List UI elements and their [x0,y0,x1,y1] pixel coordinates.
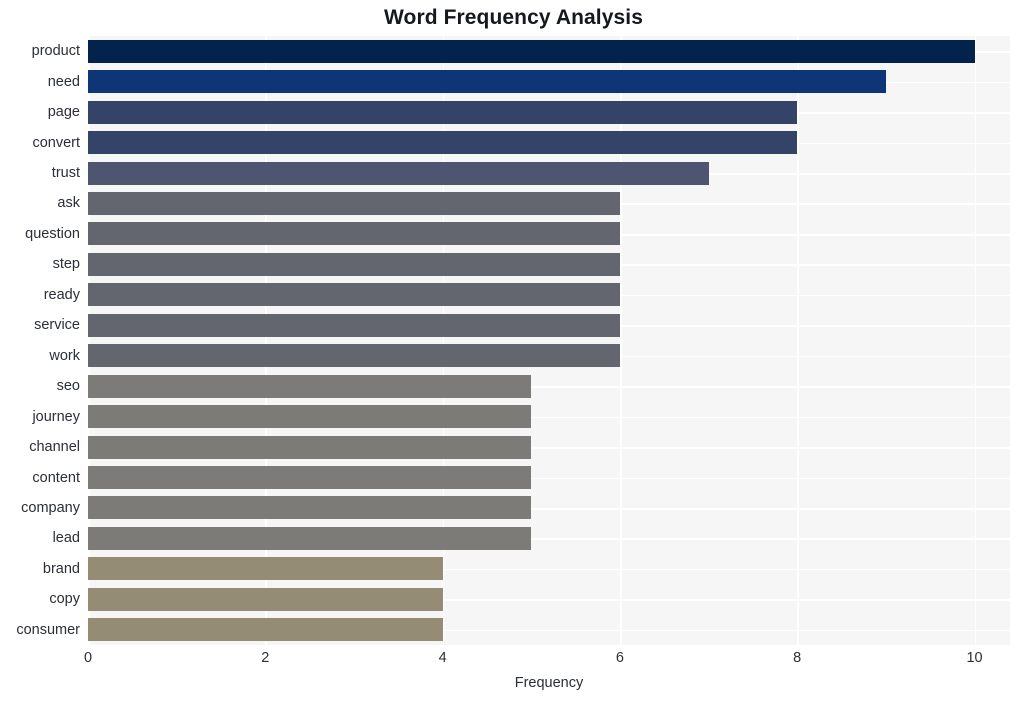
x-gridline [265,36,267,645]
x-gridline [797,36,799,645]
chart-title: Word Frequency Analysis [383,6,644,29]
bar [88,100,798,124]
x-axis-tick-label: 10 [966,650,983,666]
bar [88,131,798,155]
y-axis-tick-labels: product need page convert trust ask question st… [0,36,80,645]
y-axis-tick-label: copy [49,591,80,608]
y-axis-tick-label: product [31,43,80,60]
bar [88,252,620,276]
x-axis-tick-label: 4 [438,650,447,666]
x-gridline [619,36,622,645]
y-axis-tick-label: seo [56,378,80,395]
chart-figure: Word Frequency Analysis product need page c… [0,0,1027,701]
x-axis-tick-label: 0 [83,650,93,666]
y-axis-tick-label: journey [32,408,80,425]
y-axis-tick-label: work [49,347,80,364]
y-axis-tick-label: ask [57,195,80,212]
bar [88,557,443,581]
y-axis-tick-label: channel [29,439,80,456]
x-axis-tick-label: 6 [615,650,624,666]
bar [88,191,620,215]
x-axis-title: Frequency [514,675,584,691]
bar [88,313,620,337]
y-axis-tick-label: company [21,499,80,516]
y-axis-tick-label: service [34,317,80,334]
bar [88,344,620,368]
bar [88,70,886,94]
bar [88,405,532,429]
bar [88,283,620,307]
x-axis-tick-labels: 0 2 4 6 8 10 [0,650,1027,672]
y-axis-tick-label: page [47,104,80,121]
bar [88,496,532,520]
x-gridline [88,36,90,645]
y-axis-tick-label: brand [42,560,80,577]
bar [88,435,532,459]
y-axis-tick-label: trust [51,165,80,182]
bar [88,618,443,642]
bar [88,161,709,185]
y-axis-tick-label: need [47,73,80,90]
y-axis-tick-label: ready [43,286,80,303]
x-axis-tick-label: 2 [261,650,270,666]
y-axis-tick-label: question [25,225,80,242]
y-axis-tick-label: content [32,469,80,486]
y-axis-tick-label: convert [32,134,80,151]
x-gridline [974,36,977,645]
y-axis-tick-label: lead [52,530,80,547]
bar [88,222,620,246]
y-axis-tick-label: consumer [16,621,80,638]
y-axis-tick-label: step [52,256,80,273]
bar [88,526,532,550]
x-gridline [442,36,445,645]
bar [88,39,975,63]
x-axis-tick-label: 8 [793,650,802,666]
bar [88,466,532,490]
plot-area [88,36,1010,645]
bar [88,587,443,611]
bar [88,374,532,398]
